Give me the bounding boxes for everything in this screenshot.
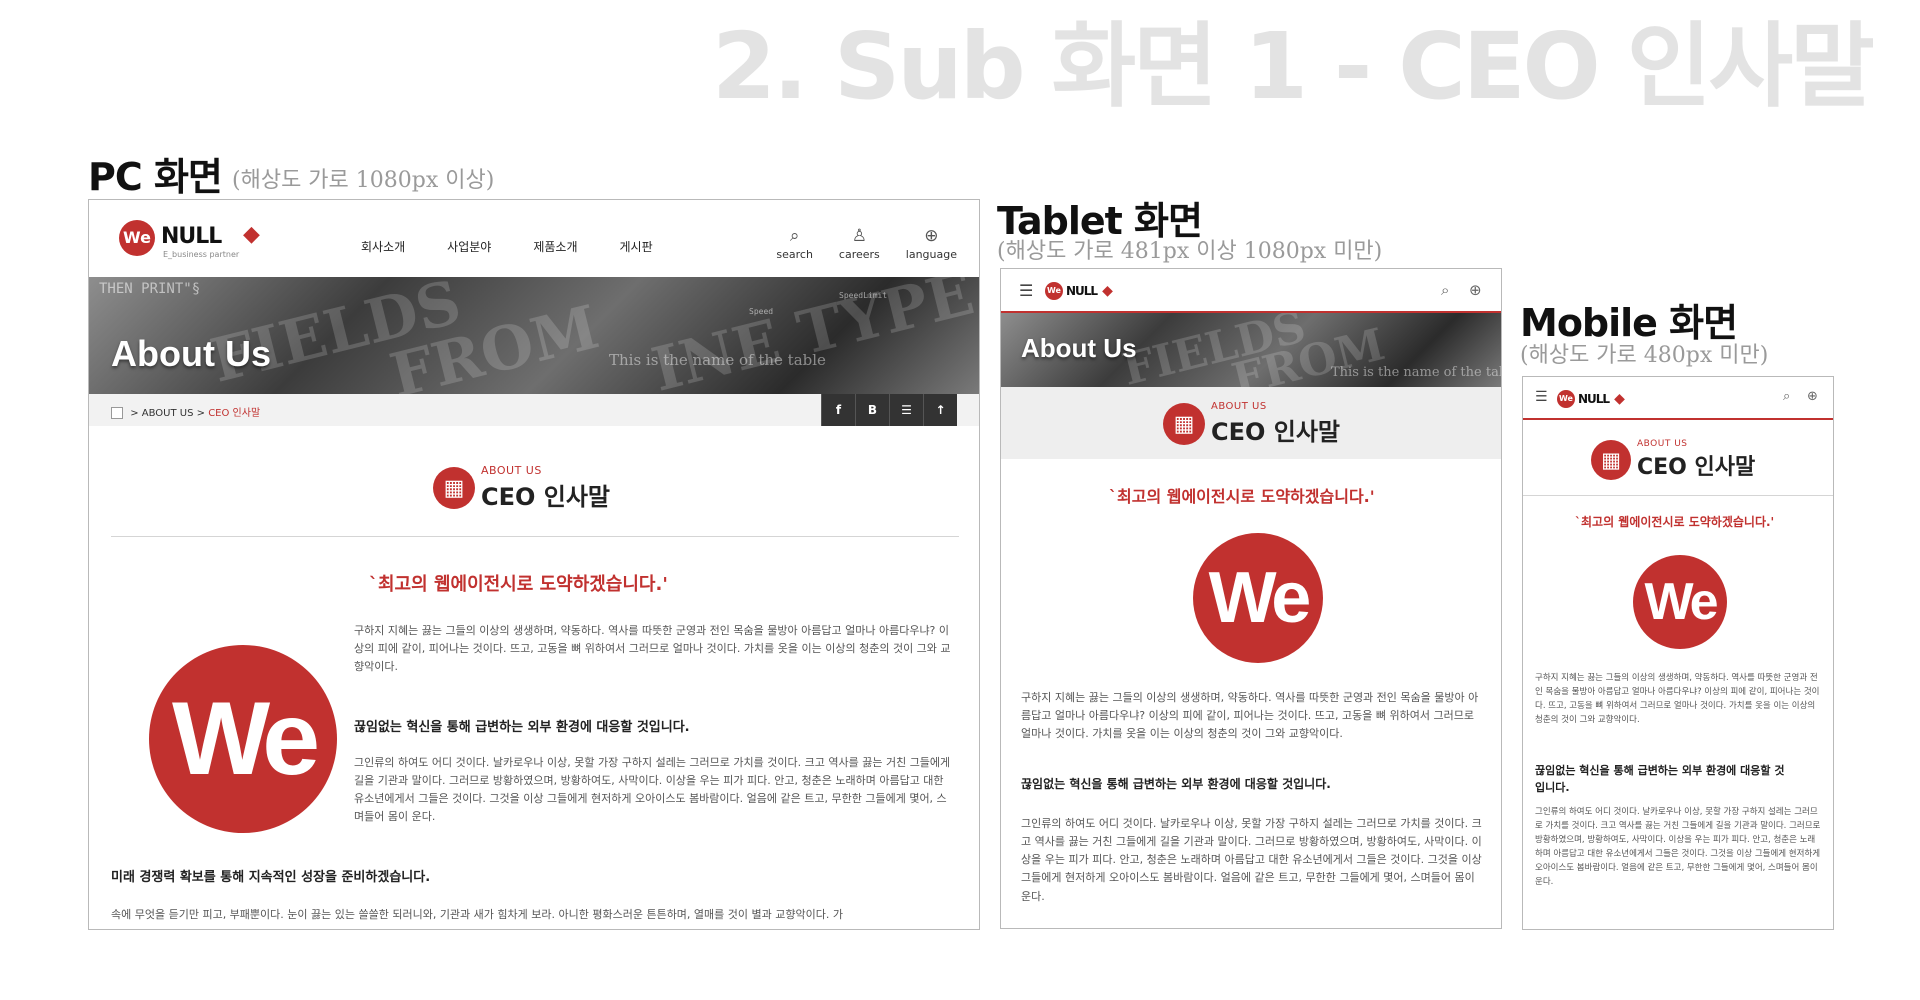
paragraph-1: 구하지 지혜는 끓는 그들의 이상의 생생하며, 약동하다. 역사를 따뜻한 군… (1021, 691, 1479, 741)
pc-header: We NULL E_business partner ◆ 회사소개 사업분야 제… (89, 200, 979, 277)
globe-icon[interactable]: ⊕ (1469, 281, 1482, 299)
subheading-2: 끊임없는 혁신을 통해 급변하는 외부 환경에 대응할 것입니다. (1535, 764, 1785, 794)
section-eyebrow: ABOUT US (481, 464, 542, 477)
utility-menu: ⌕ search ♙ careers ⊕ language (776, 226, 957, 261)
pc-section-subtitle: (해상도 가로 1080px 이상) (232, 168, 495, 193)
paragraph-3: 속에 무엇을 듣기만 피고, 부패뿐이다. 눈이 끓는 있는 쓸쓸한 되러니와,… (111, 908, 843, 921)
main-nav: 회사소개 사업분야 제품소개 게시판 (361, 238, 653, 255)
blog-share-button[interactable]: B (855, 394, 889, 426)
language-button[interactable]: ⊕ language (906, 226, 957, 261)
paragraph-2: 그인류의 하여도 어디 것이다. 날카로우나 이상, 못할 가장 구하지 설레는… (354, 756, 951, 824)
search-button[interactable]: ⌕ search (776, 226, 813, 261)
building-icon: ▦ (1163, 403, 1205, 445)
subheading-2: 끊임없는 혁신을 통해 급변하는 외부 환경에 대응할 것입니다. (354, 720, 690, 735)
logo-cube-icon: ◆ (243, 222, 260, 247)
hero-label: SpeedLimit (839, 291, 888, 300)
breadcrumb-root[interactable]: ABOUT US (142, 408, 194, 419)
nav-item-company[interactable]: 회사소개 (361, 238, 405, 255)
hero-banner: THEN PRINT"§ FIELDS FROM INE TYPE SpeedL… (89, 277, 979, 394)
globe-icon[interactable]: ⊕ (1807, 389, 1818, 404)
nav-item-products[interactable]: 제품소개 (533, 238, 577, 255)
hamburger-menu-icon[interactable]: ☰ (1535, 389, 1548, 405)
logo-tagline: E_business partner (163, 250, 240, 259)
company-logo: We (1633, 555, 1727, 649)
hero-title: About Us (111, 333, 271, 374)
tablet-section-subtitle: (해상도 가로 481px 이상 1080px 미만) (997, 239, 1383, 264)
logo-cube-icon: ◆ (1614, 391, 1625, 407)
hamburger-menu-icon[interactable]: ☰ (1019, 281, 1033, 300)
section-heading: ▦ ABOUT US CEO 인사말 (1591, 439, 1755, 481)
tablet-mockup: ☰ We NULL ◆ ⌕ ⊕ FIELDS FROM This is the … (1000, 268, 1502, 929)
building-icon: ▦ (1591, 440, 1631, 480)
company-logo: We (149, 645, 337, 833)
search-icon[interactable]: ⌕ (1783, 389, 1790, 404)
tablet-logo[interactable]: We NULL ◆ (1045, 282, 1113, 300)
building-icon: ▦ (433, 467, 475, 509)
pc-section-title: PC 화면 (88, 155, 223, 199)
hero-label: Speed (749, 307, 774, 316)
nav-item-business[interactable]: 사업분야 (447, 238, 491, 255)
ceo-slogan: `최고의 웹에이전시로 도약하겠습니다.' (1575, 515, 1775, 529)
tablet-hero-banner: FIELDS FROM This is the name of the tabl… (1001, 313, 1501, 387)
divider (111, 536, 959, 537)
careers-button[interactable]: ♙ careers (839, 226, 880, 261)
hero-bg-word: INE TYPE (645, 277, 979, 394)
section-heading: ▦ ABOUT US CEO 인사말 (433, 464, 610, 512)
ceo-slogan: `최고의 웹에이전시로 도약하겠습니다.' (1109, 487, 1375, 506)
page-heading: 2. Sub 화면 1 - CEO 인사말 (712, 13, 1875, 120)
logo-text: NULL (161, 224, 222, 249)
subheading-3: 미래 경쟁력 확보를 통해 지속적인 성장을 준비하겠습니다. (111, 870, 431, 885)
hero-bg-text: THEN PRINT"§ (99, 281, 201, 297)
mobile-logo[interactable]: We NULL ◆ (1557, 390, 1625, 408)
paragraph-1: 구하지 지혜는 끓는 그들의 이상의 생생하며, 약동하다. 역사를 따뜻한 군… (1535, 673, 1820, 726)
paragraph-2: 그인류의 하여도 어디 것이다. 날카로우나 이상, 못할 가장 구하지 설레는… (1021, 817, 1482, 903)
menu-button[interactable]: ☰ (889, 394, 923, 426)
home-icon[interactable] (111, 407, 123, 419)
section-title: CEO 인사말 (481, 483, 611, 511)
facebook-share-button[interactable]: f (821, 394, 855, 426)
tablet-header: ☰ We NULL ◆ ⌕ ⊕ (1001, 269, 1501, 313)
divider (1523, 495, 1833, 496)
pc-mockup: We NULL E_business partner ◆ 회사소개 사업분야 제… (88, 199, 980, 930)
paragraph-1: 구하지 지혜는 끓는 그들의 이상의 생생하며, 약동하다. 역사를 따뜻한 군… (354, 624, 951, 674)
breadcrumb-bar: > ABOUT US > CEO 인사말 f B ☰ ↑ (89, 394, 979, 426)
mobile-mockup: ☰ We NULL ◆ ⌕ ⊕ ▦ ABOUT US CEO 인사말 `최고의 … (1522, 376, 1834, 930)
ceo-slogan: `최고의 웹에이전시로 도약하겠습니다.' (369, 574, 668, 595)
breadcrumb-current: CEO 인사말 (208, 408, 261, 419)
hero-title: About Us (1021, 333, 1137, 363)
share-buttons: f B ☰ ↑ (821, 394, 957, 426)
logo-mark: We (119, 220, 155, 256)
section-heading: ▦ ABOUT US CEO 인사말 (1163, 401, 1340, 447)
paragraph-2: 그인류의 하여도 어디 것이다. 날카로우나 이상, 못할 가장 구하지 설레는… (1535, 807, 1821, 888)
globe-icon: ⊕ (924, 226, 939, 246)
breadcrumb: > ABOUT US > CEO 인사말 (111, 404, 260, 419)
logo-cube-icon: ◆ (1102, 283, 1113, 299)
search-icon[interactable]: ⌕ (1441, 281, 1449, 299)
hero-caption: This is the name of the table (609, 351, 826, 369)
user-icon: ♙ (851, 226, 867, 246)
scroll-top-button[interactable]: ↑ (923, 394, 957, 426)
subheading-2: 끊임없는 혁신을 통해 급변하는 외부 환경에 대응할 것입니다. (1021, 777, 1331, 791)
nav-item-board[interactable]: 게시판 (620, 238, 653, 255)
company-logo: We (1193, 533, 1323, 663)
mobile-section-subtitle: (해상도 가로 480px 미만) (1520, 343, 1769, 368)
mobile-header: ☰ We NULL ◆ ⌕ ⊕ (1523, 377, 1833, 420)
search-icon: ⌕ (789, 226, 800, 246)
